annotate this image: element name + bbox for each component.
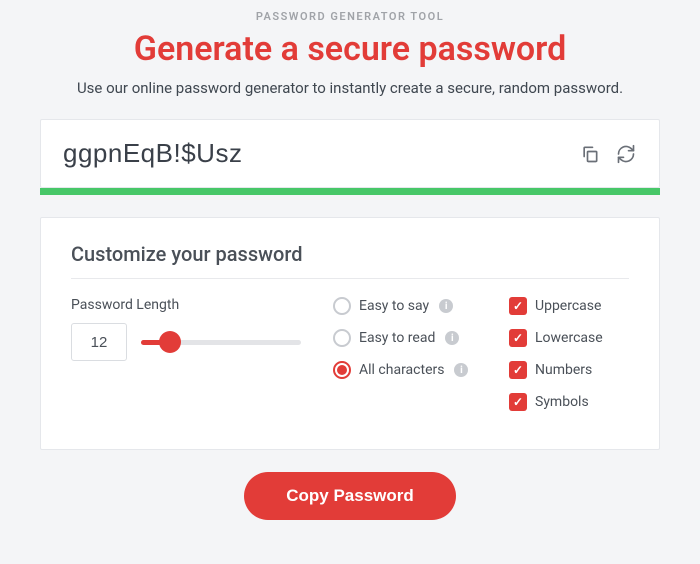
check-numbers[interactable]: ✓ Numbers (509, 361, 629, 379)
divider (71, 278, 629, 279)
length-slider[interactable] (141, 330, 301, 354)
copy-icon[interactable] (579, 143, 601, 165)
check-uppercase[interactable]: ✓ Uppercase (509, 297, 629, 315)
strength-indicator (40, 188, 660, 195)
regenerate-icon[interactable] (615, 143, 637, 165)
info-icon[interactable]: i (445, 331, 459, 345)
password-actions (579, 143, 637, 165)
radio-label: All characters (359, 362, 444, 378)
copy-password-button[interactable]: Copy Password (244, 472, 456, 520)
radio-label: Easy to say (359, 298, 429, 314)
checkbox-icon: ✓ (509, 297, 527, 315)
radio-icon (333, 361, 351, 379)
page-title: Generate a secure password (40, 29, 660, 69)
length-label: Password Length (71, 297, 301, 313)
checkbox-icon: ✓ (509, 393, 527, 411)
check-symbols[interactable]: ✓ Symbols (509, 393, 629, 411)
check-lowercase[interactable]: ✓ Lowercase (509, 329, 629, 347)
customize-heading: Customize your password (71, 242, 629, 266)
radio-all-characters[interactable]: All characters i (333, 361, 477, 379)
password-display-card: ggpnEqB!$Usz (40, 119, 660, 188)
slider-thumb[interactable] (159, 331, 181, 353)
generated-password-text: ggpnEqB!$Usz (63, 138, 242, 169)
info-icon[interactable]: i (439, 299, 453, 313)
radio-icon (333, 297, 351, 315)
length-input[interactable] (71, 323, 127, 361)
radio-label: Easy to read (359, 330, 435, 346)
customize-card: Customize your password Password Length (40, 217, 660, 450)
radio-easy-to-say[interactable]: Easy to say i (333, 297, 477, 315)
info-icon[interactable]: i (454, 363, 468, 377)
kicker: PASSWORD GENERATOR TOOL (40, 10, 660, 23)
checkbox-icon: ✓ (509, 329, 527, 347)
page-subtitle: Use our online password generator to ins… (40, 79, 660, 97)
check-label: Uppercase (535, 298, 601, 314)
check-label: Numbers (535, 362, 592, 378)
radio-icon (333, 329, 351, 347)
checkbox-icon: ✓ (509, 361, 527, 379)
radio-easy-to-read[interactable]: Easy to read i (333, 329, 477, 347)
check-label: Lowercase (535, 330, 603, 346)
check-label: Symbols (535, 394, 589, 410)
